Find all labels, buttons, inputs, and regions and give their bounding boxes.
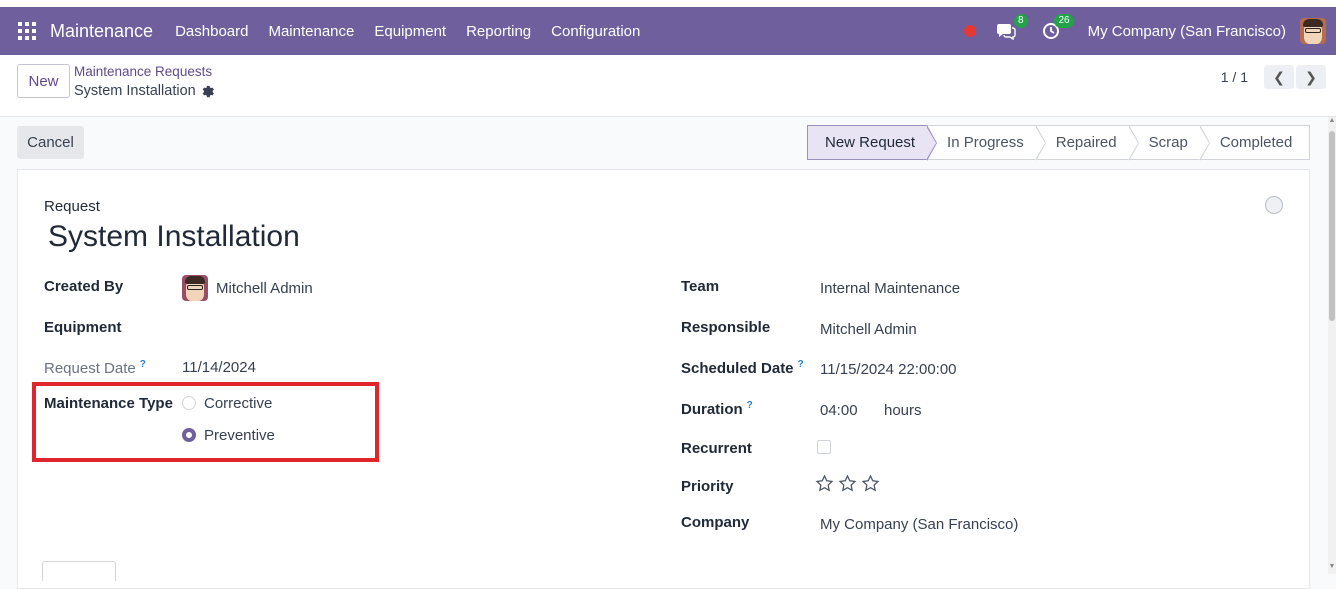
stage-label: In Progress [947,134,1024,151]
stage-completed[interactable]: Completed [1199,125,1311,160]
help-tooltip-icon[interactable]: ? [798,359,804,370]
app-name[interactable]: Maintenance [50,21,153,42]
pager-value[interactable]: 1 / 1 [1221,69,1248,85]
scrollbar-thumb[interactable] [1329,131,1335,321]
equipment-field[interactable] [182,316,482,340]
help-tooltip-icon[interactable]: ? [140,359,146,370]
new-button[interactable]: New [17,64,70,98]
equipment-label: Equipment [44,319,122,336]
recurrent-label: Recurrent [681,440,752,457]
menu-dashboard[interactable]: Dashboard [165,23,258,40]
activities-clock-icon[interactable]: 26 [1042,14,1074,40]
request-date-value[interactable]: 11/14/2024 [182,359,256,376]
team-value[interactable]: Internal Maintenance [820,280,960,297]
company-label: Company [681,514,750,531]
stage-pipeline: New Request In Progress Repaired Scrap C… [807,125,1311,161]
priority-label: Priority [681,478,734,495]
gear-icon[interactable] [201,85,214,98]
control-panel: New Maintenance Requests System Installa… [0,55,1336,117]
priority-widget [815,474,880,493]
created-by-value[interactable]: Mitchell Admin [216,280,313,297]
activities-count-badge: 26 [1054,14,1074,28]
responsible-label: Responsible [681,319,771,336]
main-menu: Dashboard Maintenance Equipment Reportin… [165,23,650,40]
breadcrumb-current-label: System Installation [74,83,196,99]
pager-previous-button[interactable]: ❮ [1264,65,1294,89]
chevron-right-icon: ❯ [1305,68,1317,85]
annotation-highlight-box [32,382,379,462]
recurrent-checkbox[interactable] [817,440,831,454]
apps-menu-icon[interactable] [18,22,36,40]
kanban-state-icon[interactable] [1265,196,1283,214]
responsible-value[interactable]: Mitchell Admin [820,321,917,338]
top-navbar: Maintenance Dashboard Maintenance Equipm… [0,0,1336,55]
duration-unit: hours [884,402,922,419]
stage-label: Scrap [1148,134,1188,151]
request-date-label: Request Date? [44,359,146,377]
stage-repaired[interactable]: Repaired [1035,125,1139,161]
team-label: Team [681,278,720,295]
chevron-left-icon: ❮ [1273,68,1285,85]
notebook-tab[interactable] [42,561,116,581]
created-by-label: Created By [44,278,124,295]
duration-label: Duration? [681,400,753,418]
messages-count-badge: 8 [1014,14,1028,28]
menu-configuration[interactable]: Configuration [541,23,650,40]
scheduled-date-value[interactable]: 11/15/2024 22:00:00 [820,361,957,378]
menu-reporting[interactable]: Reporting [456,23,541,40]
vertical-scrollbar[interactable] [1328,117,1336,574]
stage-scrap[interactable]: Scrap [1128,125,1210,161]
menu-equipment[interactable]: Equipment [364,23,456,40]
stage-new-request[interactable]: New Request [807,125,938,161]
scroll-up-arrow-icon[interactable]: ▲ [1328,117,1336,124]
created-by-avatar [182,275,208,301]
request-label: Request [44,198,100,215]
star-icon[interactable] [838,474,857,493]
menu-maintenance[interactable]: Maintenance [258,23,364,40]
stage-label: New Request [825,134,916,151]
stage-label: Completed [1219,134,1293,151]
stage-in-progress[interactable]: In Progress [927,125,1046,161]
breadcrumb-current: System Installation [74,83,214,99]
scheduled-date-label: Scheduled Date? [681,359,804,377]
cancel-button[interactable]: Cancel [17,126,84,159]
pager-next-button[interactable]: ❯ [1296,65,1326,89]
user-avatar[interactable] [1300,18,1326,44]
request-title-field[interactable]: System Installation [48,220,300,254]
stage-label: Repaired [1055,134,1117,151]
duration-value[interactable]: 04:00 [820,402,858,419]
help-tooltip-icon[interactable]: ? [747,400,753,411]
star-icon[interactable] [815,474,834,493]
status-bar: Cancel New Request In Progress Repaired … [0,117,1336,169]
company-switcher[interactable]: My Company (San Francisco) [1088,23,1286,40]
messages-icon[interactable]: 8 [996,14,1028,41]
star-icon[interactable] [861,474,880,493]
scroll-down-arrow-icon[interactable]: ▼ [1328,563,1336,570]
recording-status-icon[interactable] [963,25,976,37]
company-value[interactable]: My Company (San Francisco) [820,516,1018,533]
breadcrumb-parent[interactable]: Maintenance Requests [74,64,212,79]
form-sheet: Request System Installation Created By M… [17,169,1310,589]
